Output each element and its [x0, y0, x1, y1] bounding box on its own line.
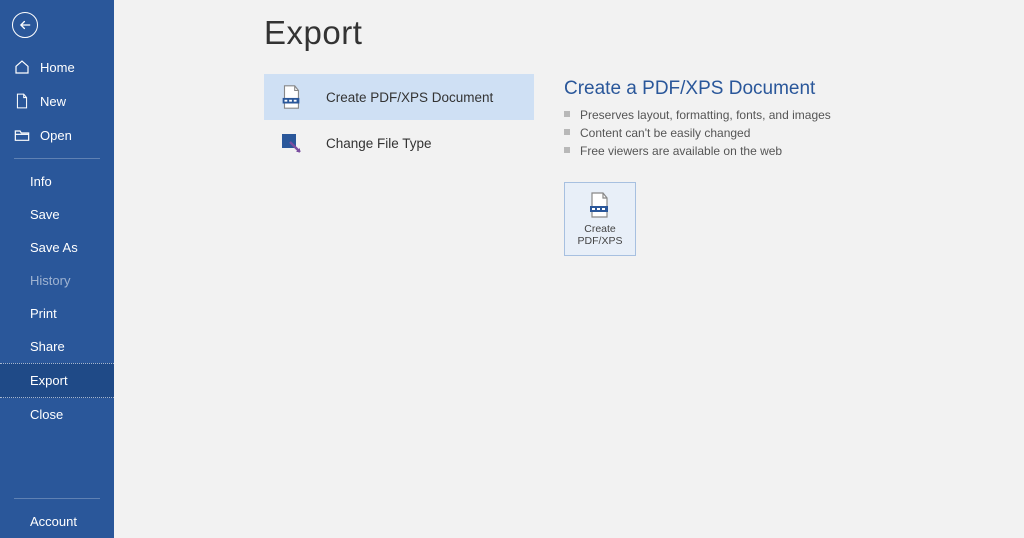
detail-bullet-list: Preserves layout, formatting, fonts, and…: [564, 106, 1024, 160]
sidebar-separator: [14, 158, 100, 159]
sidebar-item-label: Open: [40, 128, 72, 143]
export-option-list: Create PDF/XPS Document Change File Type: [264, 74, 534, 256]
create-pdf-xps-button-label: Create PDF/XPS: [578, 223, 623, 247]
pdf-document-icon: [586, 191, 614, 219]
main-panel: Export Create PDF/XPS Document Change Fi…: [114, 0, 1024, 538]
sidebar-item-label: Export: [30, 373, 68, 388]
export-content: Create PDF/XPS Document Change File Type…: [114, 74, 1024, 256]
create-pdf-xps-button[interactable]: Create PDF/XPS: [564, 182, 636, 256]
sidebar-item-close[interactable]: Close: [0, 398, 114, 431]
detail-bullet: Preserves layout, formatting, fonts, and…: [564, 106, 1024, 124]
sidebar-item-export[interactable]: Export: [0, 363, 114, 398]
export-option-create-pdf-xps[interactable]: Create PDF/XPS Document: [264, 74, 534, 120]
sidebar-item-print[interactable]: Print: [0, 297, 114, 330]
sidebar-item-label: History: [30, 273, 70, 288]
sidebar-item-new[interactable]: New: [0, 84, 114, 118]
detail-bullet-text: Free viewers are available on the web: [580, 142, 782, 160]
detail-bullet-text: Content can't be easily changed: [580, 124, 750, 142]
sidebar-item-history: History: [0, 264, 114, 297]
new-document-icon: [14, 93, 30, 109]
export-option-label: Change File Type: [326, 136, 432, 151]
sidebar-item-label: Print: [30, 306, 57, 321]
sidebar-item-save[interactable]: Save: [0, 198, 114, 231]
open-folder-icon: [14, 127, 30, 143]
change-file-type-icon: [278, 130, 304, 156]
sidebar-item-label: Account: [30, 514, 77, 529]
sidebar-item-info[interactable]: Info: [0, 165, 114, 198]
home-icon: [14, 59, 30, 75]
detail-bullet: Free viewers are available on the web: [564, 142, 1024, 160]
sidebar-item-label: Share: [30, 339, 65, 354]
export-detail-panel: Create a PDF/XPS Document Preserves layo…: [564, 74, 1024, 256]
sidebar-item-share[interactable]: Share: [0, 330, 114, 363]
pdf-document-icon: [278, 84, 304, 110]
sidebar-item-account[interactable]: Account: [0, 505, 114, 538]
sidebar-item-label: Save As: [30, 240, 78, 255]
sidebar-item-open[interactable]: Open: [0, 118, 114, 152]
sidebar-item-label: Home: [40, 60, 75, 75]
detail-bullet-text: Preserves layout, formatting, fonts, and…: [580, 106, 831, 124]
sidebar-item-label: Info: [30, 174, 52, 189]
backstage-sidebar: Home New Open Info Save Save As History …: [0, 0, 114, 538]
sidebar-item-home[interactable]: Home: [0, 50, 114, 84]
sidebar-item-label: New: [40, 94, 66, 109]
back-arrow-icon: [12, 12, 38, 38]
detail-heading: Create a PDF/XPS Document: [564, 78, 1024, 100]
export-option-label: Create PDF/XPS Document: [326, 90, 493, 105]
sidebar-separator: [14, 498, 100, 499]
sidebar-item-label: Close: [30, 407, 63, 422]
sidebar-item-label: Save: [30, 207, 60, 222]
export-option-change-file-type[interactable]: Change File Type: [264, 120, 534, 166]
back-button[interactable]: [0, 0, 114, 50]
sidebar-item-save-as[interactable]: Save As: [0, 231, 114, 264]
detail-bullet: Content can't be easily changed: [564, 124, 1024, 142]
page-title: Export: [114, 0, 1024, 74]
